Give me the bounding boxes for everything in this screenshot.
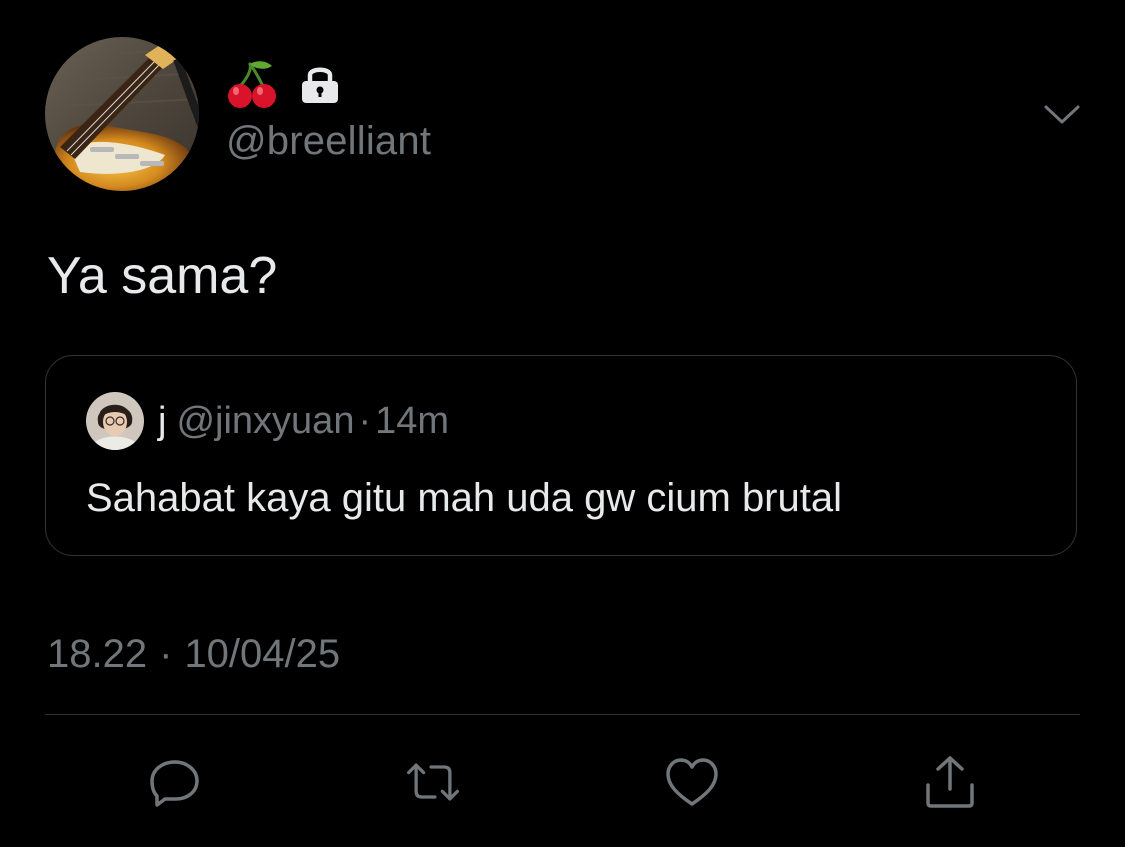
reply-icon: [150, 760, 199, 807]
retweet-button[interactable]: [403, 752, 463, 812]
quoted-author-name: j: [158, 400, 167, 442]
like-button[interactable]: [662, 752, 722, 812]
tweet-text: Ya sama?: [47, 247, 278, 305]
quoted-tweet-card[interactable]: j @jinxyuan · 14m Sahabat kaya gitu mah uda…: [45, 355, 1077, 556]
tweet-detail: @breelliant Ya sama? j @jinxyuan · 14m Saha…: [0, 0, 1125, 847]
author-avatar[interactable]: [45, 37, 199, 191]
author-handle[interactable]: @breelliant: [226, 117, 431, 165]
tweet-timestamp[interactable]: 18.22 · 10/04/25: [47, 630, 340, 678]
person-photo-icon: [86, 392, 144, 450]
cherry-icon: [228, 61, 276, 108]
timestamp-separator: ·: [159, 632, 173, 676]
share-button[interactable]: [920, 752, 980, 812]
share-icon: [926, 756, 974, 808]
guitar-photo-icon: [45, 37, 199, 191]
tweet-date: 10/04/25: [184, 632, 341, 676]
like-icon: [666, 758, 718, 806]
quoted-author-handle: @jinxyuan: [176, 400, 355, 442]
author-name-row[interactable]: [226, 56, 340, 112]
reply-button[interactable]: [145, 752, 205, 812]
quoted-tweet-header: j @jinxyuan · 14m: [158, 398, 449, 444]
quoted-separator: ·: [358, 400, 372, 442]
quoted-tweet-text: Sahabat kaya gitu mah uda gw cium brutal: [86, 476, 842, 520]
quoted-author-avatar[interactable]: [86, 392, 144, 450]
lock-icon: [302, 67, 338, 103]
retweet-icon: [406, 763, 460, 801]
divider: [45, 714, 1080, 715]
chevron-down-icon[interactable]: [1040, 98, 1084, 130]
tweet-time: 18.22: [47, 632, 148, 676]
quoted-time-ago: 14m: [375, 400, 450, 442]
